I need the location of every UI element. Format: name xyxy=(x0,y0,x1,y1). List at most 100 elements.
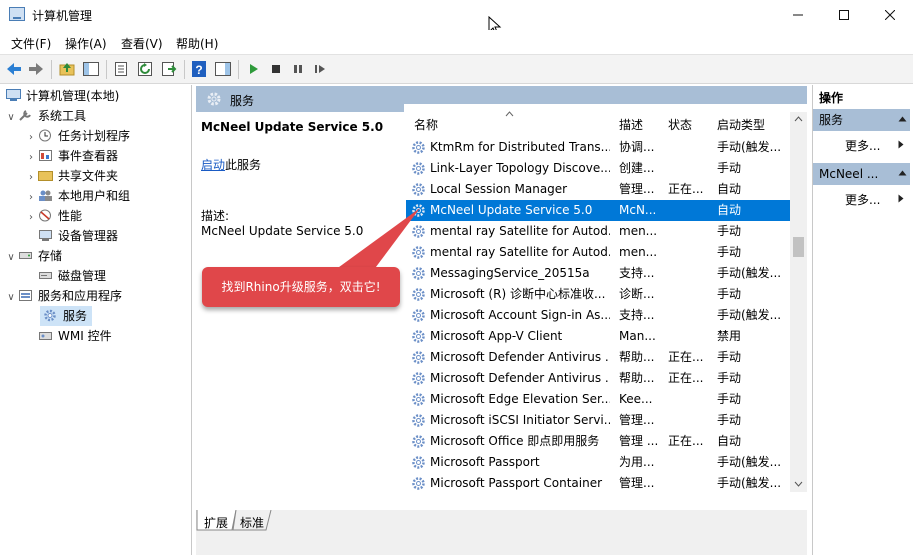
actions-section-mcneel[interactable]: McNeel ... xyxy=(813,163,910,185)
show-tree-icon[interactable] xyxy=(82,60,100,78)
gear-icon xyxy=(412,141,425,154)
pause-icon[interactable] xyxy=(289,60,307,78)
start-service-link[interactable]: 启动 xyxy=(201,158,225,172)
service-row[interactable]: Local Session Manager 管理... 正在... 自动 xyxy=(406,179,790,200)
close-button[interactable] xyxy=(867,0,913,30)
menu-file[interactable]: 文件(F) xyxy=(11,35,51,52)
minimize-button[interactable] xyxy=(775,0,821,30)
close-icon xyxy=(884,9,896,21)
tree-item-label: 事件查看器 xyxy=(58,149,119,163)
service-row[interactable]: Microsoft Office 即点即用服务 管理 ... 正在... 自动 xyxy=(406,431,790,452)
service-row[interactable]: Microsoft Passport Container 管理... 手动(触发..… xyxy=(406,473,790,494)
column-header-name[interactable]: 名称 xyxy=(414,116,438,133)
service-description: 帮助... xyxy=(619,371,655,385)
play-icon[interactable] xyxy=(245,60,263,78)
actions-more-2[interactable]: 更多... xyxy=(845,191,880,208)
computer-management-icon xyxy=(9,7,25,21)
tree-item-services-apps[interactable]: ∨ 服务和应用程序 xyxy=(4,286,122,306)
tree-item-local-users[interactable]: › 本地用户和组 xyxy=(24,186,130,206)
tree-item-wmi-control[interactable]: WMI 控件 xyxy=(24,326,112,346)
service-startup-type: 手动(触发... xyxy=(717,266,782,280)
menu-help[interactable]: 帮助(H) xyxy=(176,35,218,52)
column-header-status[interactable]: 状态 xyxy=(668,116,692,133)
service-name: Microsoft Passport xyxy=(430,455,540,469)
service-name: McNeel Update Service 5.0 xyxy=(430,203,593,217)
tab-standard[interactable]: 标准 xyxy=(240,514,264,531)
tree-item-computer-management[interactable]: 计算机管理(本地) xyxy=(6,86,119,106)
services-apps-icon xyxy=(19,290,32,301)
collapse-up-icon[interactable] xyxy=(898,116,907,122)
forward-arrow-icon[interactable] xyxy=(27,60,45,78)
show-pane-icon[interactable] xyxy=(214,60,232,78)
service-row[interactable]: Microsoft Edge Elevation Ser... Kee... 手动 xyxy=(406,389,790,410)
service-row[interactable]: KtmRm for Distributed Trans... 协调... 手动(触发… xyxy=(406,137,790,158)
service-name: Microsoft (R) 诊断中心标准收... xyxy=(430,287,606,301)
tree-item-event-viewer[interactable]: › 事件查看器 xyxy=(24,146,118,166)
tab-extended[interactable]: 扩展 xyxy=(204,514,228,531)
gear-icon xyxy=(412,435,425,448)
service-startup-type: 手动 xyxy=(717,245,742,259)
service-description: McN... xyxy=(619,203,657,217)
service-row[interactable]: MessagingService_20515a 支持... 手动(触发... xyxy=(406,263,790,284)
chevron-right-icon[interactable]: › xyxy=(24,208,38,228)
menu-action[interactable]: 操作(A) xyxy=(65,35,107,52)
maximize-icon xyxy=(839,10,849,20)
tree-item-task-scheduler[interactable]: › 任务计划程序 xyxy=(24,126,130,146)
service-row[interactable]: mental ray Satellite for Autod... men... 手… xyxy=(406,242,790,263)
vertical-scrollbar[interactable] xyxy=(790,112,807,492)
service-row[interactable]: Microsoft iSCSI Initiator Servi... 管理... 手… xyxy=(406,410,790,431)
service-row[interactable]: Microsoft App-V Client Man... 禁用 xyxy=(406,326,790,347)
chevron-down-icon[interactable]: ∨ xyxy=(4,108,18,128)
chevron-right-icon[interactable]: › xyxy=(24,168,38,188)
tree-item-system-tools[interactable]: ∨ 系统工具 xyxy=(4,106,86,126)
scrollbar-thumb[interactable] xyxy=(793,237,804,257)
service-description: Man... xyxy=(619,329,656,343)
tree-item-label: 性能 xyxy=(58,209,83,223)
service-startup-type: 手动(触发... xyxy=(717,455,782,469)
service-startup-type: 手动 xyxy=(717,413,742,427)
service-row[interactable]: mental ray Satellite for Autod... men... 手… xyxy=(406,221,790,242)
chevron-down-icon[interactable]: ∨ xyxy=(4,288,18,308)
actions-more-1[interactable]: 更多... xyxy=(845,137,880,154)
tree-item-device-manager[interactable]: 设备管理器 xyxy=(24,226,118,246)
service-row[interactable]: Microsoft Defender Antivirus ... 帮助... 正在.… xyxy=(406,368,790,389)
toolbar: ? xyxy=(0,54,913,84)
tree-item-performance[interactable]: › 性能 xyxy=(24,206,82,226)
export-icon[interactable] xyxy=(160,60,178,78)
help-icon[interactable]: ? xyxy=(190,60,208,78)
tree-item-label: 服务和应用程序 xyxy=(38,289,123,303)
up-folder-icon[interactable] xyxy=(58,60,76,78)
actions-section-services[interactable]: 服务 xyxy=(813,109,910,131)
service-row[interactable]: Microsoft Defender Antivirus ... 帮助... 正在.… xyxy=(406,347,790,368)
tree-item-disk-management[interactable]: 磁盘管理 xyxy=(24,266,106,286)
service-row[interactable]: McNeel Update Service 5.0 McN... 自动 xyxy=(406,200,790,221)
service-startup-type: 自动 xyxy=(717,203,742,217)
maximize-button[interactable] xyxy=(821,0,867,30)
service-row[interactable]: Microsoft (R) 诊断中心标准收... 诊断... 手动 xyxy=(406,284,790,305)
chevron-right-icon[interactable]: › xyxy=(24,148,38,168)
column-header-startup-type[interactable]: 启动类型 xyxy=(717,116,765,133)
chevron-right-icon[interactable]: › xyxy=(24,128,38,148)
column-header-description[interactable]: 描述 xyxy=(619,116,643,133)
scroll-down-icon[interactable] xyxy=(794,481,803,487)
service-startup-type: 手动(触发... xyxy=(717,308,782,322)
service-name: Microsoft Defender Antivirus ... xyxy=(430,371,610,385)
refresh-icon[interactable] xyxy=(136,60,154,78)
tree-item-shared-folders[interactable]: › 共享文件夹 xyxy=(24,166,118,186)
service-row[interactable]: Microsoft Account Sign-in As... 支持... 手动(触… xyxy=(406,305,790,326)
menu-bar: 文件(F) 操作(A) 查看(V) 帮助(H) xyxy=(0,30,913,54)
service-row[interactable]: Microsoft Passport 为用... 手动(触发... xyxy=(406,452,790,473)
menu-view[interactable]: 查看(V) xyxy=(121,35,163,52)
scroll-up-icon[interactable] xyxy=(794,116,803,122)
stop-icon[interactable] xyxy=(267,60,285,78)
chevron-right-icon[interactable]: › xyxy=(24,188,38,208)
properties-icon[interactable] xyxy=(112,60,130,78)
chevron-down-icon[interactable]: ∨ xyxy=(4,248,18,268)
resume-icon[interactable] xyxy=(311,60,329,78)
service-row[interactable]: Link-Layer Topology Discove... 创建... 手动 xyxy=(406,158,790,179)
tree-item-services[interactable]: 服务 xyxy=(40,306,92,326)
collapse-up-icon[interactable] xyxy=(898,170,907,176)
back-arrow-icon[interactable] xyxy=(5,60,23,78)
service-name: mental ray Satellite for Autod... xyxy=(430,224,610,238)
tree-item-storage[interactable]: ∨ 存储 xyxy=(4,246,62,266)
